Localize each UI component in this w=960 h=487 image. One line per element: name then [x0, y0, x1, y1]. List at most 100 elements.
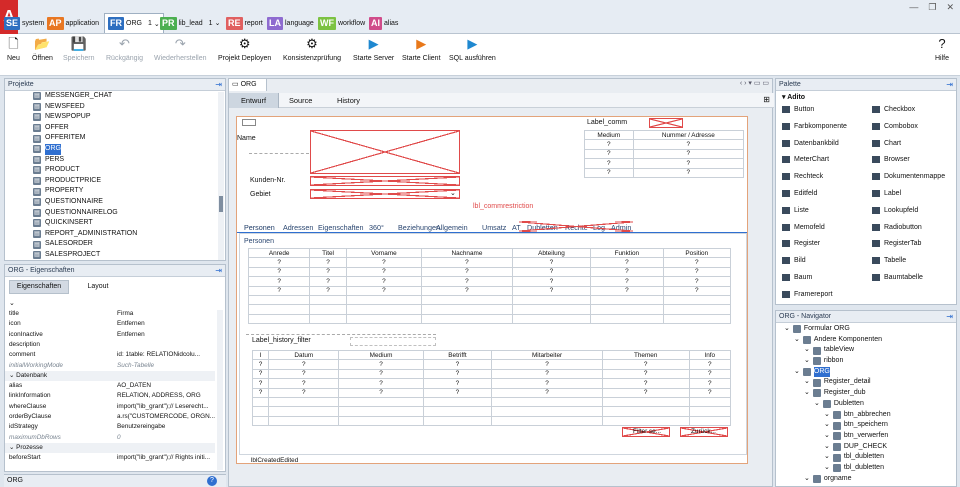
property-row[interactable]: beforeStart import("lib_grant");// Rights… [9, 453, 215, 463]
register-tab[interactable]: Adressen [283, 223, 313, 232]
table-row[interactable]: ?? [584, 148, 745, 160]
module-tab-alias[interactable]: AI alias [369, 15, 398, 31]
property-value[interactable]: Entfernen [117, 330, 215, 340]
column-header[interactable]: Position [662, 247, 732, 259]
project-item[interactable]: ▤ ORG [33, 143, 219, 155]
column-header[interactable]: Datum [268, 349, 340, 361]
column-header[interactable]: Mitarbeiter [491, 349, 603, 361]
navigator-item[interactable]: ⌄ Register_dub [784, 388, 952, 399]
tab-layout[interactable]: Layout [83, 280, 113, 294]
navigator-item[interactable]: ⌄ btn_abbrechen [784, 410, 952, 421]
property-row[interactable]: icon Entfernen [9, 319, 215, 329]
history-table[interactable]: I Datum Medium Betrifft Mitarbeiter Themen Inf… [251, 349, 732, 427]
navigator-item[interactable]: ⌄ tbl_dubletten [784, 452, 952, 463]
property-row[interactable]: alias AO_DATEN [9, 381, 215, 391]
expand-icon[interactable]: ⌄ [824, 452, 830, 463]
property-row[interactable]: comment id: 1table: RELATIONidcolu... [9, 350, 215, 360]
tab-properties[interactable]: Eigenschaften [9, 280, 69, 294]
palette-item[interactable]: Chart [872, 139, 901, 147]
navigator-item[interactable]: ⌄ btn_speichern [784, 420, 952, 431]
scrollbar-thumb[interactable] [219, 196, 223, 212]
property-row[interactable]: linkInformation RELATION, ADDRESS, ORG [9, 391, 215, 401]
minimize-icon[interactable]: — [909, 2, 918, 13]
navigator-item[interactable]: ⌄ tbl_dubletten [784, 463, 952, 474]
navigator-item[interactable]: ⌄ ribbon [784, 356, 952, 367]
table-row[interactable] [251, 396, 732, 408]
navigator-item[interactable]: ⌄ ORG [784, 366, 952, 378]
column-header[interactable]: Betrifft [422, 349, 493, 361]
navigator-item[interactable]: ⌄ Andere Komponenten [784, 335, 952, 346]
column-header[interactable]: Nachname [421, 247, 513, 259]
navigator-item[interactable]: ⌄ orgname [784, 474, 952, 485]
column-header[interactable]: Anrede [247, 247, 311, 259]
column-header[interactable]: Titel [309, 247, 347, 259]
pin-icon[interactable]: ⇥ [946, 311, 953, 323]
property-group[interactable]: ⌄ Datenbank [5, 370, 215, 381]
tab-history[interactable]: History [337, 93, 360, 108]
tab-entwurf[interactable]: Entwurf [229, 93, 279, 108]
history-filter-field[interactable] [350, 337, 436, 346]
column-header[interactable]: Info [688, 349, 732, 361]
image-placeholder[interactable] [242, 119, 256, 126]
pin-icon[interactable]: ⇥ [215, 79, 222, 91]
table-row[interactable] [251, 415, 732, 427]
sql-button[interactable]: ▶ SQL ausführen [449, 36, 496, 62]
comm-redx[interactable] [649, 118, 683, 128]
pin-icon[interactable]: ⇥ [215, 265, 222, 277]
comm-table[interactable]: Medium Nummer / Adresse???????? [584, 129, 745, 178]
column-header[interactable]: I [251, 349, 270, 361]
expand-icon[interactable]: ⌄ [794, 335, 800, 346]
property-value[interactable]: Benutzereingabe [117, 422, 215, 432]
register-tab[interactable]: Allgemein [436, 223, 468, 232]
project-item[interactable]: ▤ PERS [33, 155, 219, 166]
table-row[interactable]: ??????? [247, 257, 732, 268]
table-row[interactable] [251, 406, 732, 417]
maximize-icon[interactable]: ❐ [928, 2, 936, 13]
collapse-icon[interactable]: ⌄ [9, 299, 15, 307]
property-value[interactable]: import("lib_grant");// Leserecht... [117, 402, 215, 412]
column-header[interactable]: Nummer / Adresse [632, 129, 745, 141]
table-row[interactable]: ??????? [247, 285, 732, 296]
filter-button[interactable]: Filter se... [622, 427, 670, 437]
column-header[interactable]: Medium [338, 349, 424, 361]
scrollbar[interactable] [217, 310, 223, 470]
save-button[interactable]: 💾 Speichern [63, 36, 95, 62]
table-row[interactable]: ??????? [251, 368, 732, 380]
palette-item[interactable]: Datenbankbild [782, 139, 839, 147]
deploy-button[interactable]: ⚙ Projekt Deployen [218, 36, 271, 62]
register-tab[interactable]: 360° [369, 223, 384, 232]
region-combobox[interactable] [310, 189, 460, 199]
navigator-item[interactable]: ⌄ Register_detail [784, 377, 952, 388]
property-value[interactable]: a.rs("CUSTOMERCODE, ORGN... [117, 412, 215, 422]
property-row[interactable]: description [9, 340, 215, 350]
table-row[interactable]: ??????? [247, 266, 732, 278]
editor-controls[interactable]: ‹ › ▾ ▭ ▭ [740, 79, 769, 87]
palette-item[interactable]: Radiobutton [872, 223, 922, 231]
navigator-item[interactable]: ⌄ Dubletten [784, 399, 952, 410]
form-canvas[interactable]: Name Kunden-Nr. Gebiet ⌄ Label_comm lbl_… [236, 116, 748, 464]
palette-item[interactable]: Register [782, 240, 820, 248]
module-tab-language[interactable]: LA language [267, 15, 314, 31]
property-row[interactable]: maximumDbRows 0 [9, 433, 215, 443]
palette-item[interactable]: Checkbox [872, 106, 915, 113]
start-server-button[interactable]: ▶ Starte Server [353, 36, 394, 62]
project-item[interactable]: ▤ REPORT_ADMINISTRATION [33, 229, 219, 240]
tab-source[interactable]: Source [289, 93, 312, 108]
expand-icon[interactable]: ⌄ [824, 463, 830, 474]
start-client-button[interactable]: ▶ Starte Client [402, 36, 441, 62]
expand-icon[interactable]: ⌄ [784, 324, 790, 335]
close-icon[interactable]: ✕ [946, 2, 954, 13]
palette-item[interactable]: Rechteck [782, 173, 823, 181]
expand-icon[interactable]: ⌄ [814, 399, 820, 410]
register-tab[interactable]: Umsatz [482, 223, 506, 232]
property-row[interactable]: idStrategy Benutzereingabe [9, 422, 215, 432]
project-item[interactable]: ▤ MESSENGER_CHAT [33, 91, 219, 102]
palette-item[interactable]: Dokumentenmappe [872, 173, 945, 181]
undo-button[interactable]: ↶ Rückgängig [106, 36, 143, 62]
table-row[interactable] [247, 304, 732, 315]
module-tab-org[interactable]: FR ORG 1 ⌄ [104, 13, 164, 33]
property-value[interactable] [117, 340, 215, 350]
palette-item[interactable]: Tabelle [872, 257, 906, 265]
expand-icon[interactable]: ⌄ [824, 420, 830, 431]
project-item[interactable]: ▤ PRODUCT [33, 165, 219, 176]
